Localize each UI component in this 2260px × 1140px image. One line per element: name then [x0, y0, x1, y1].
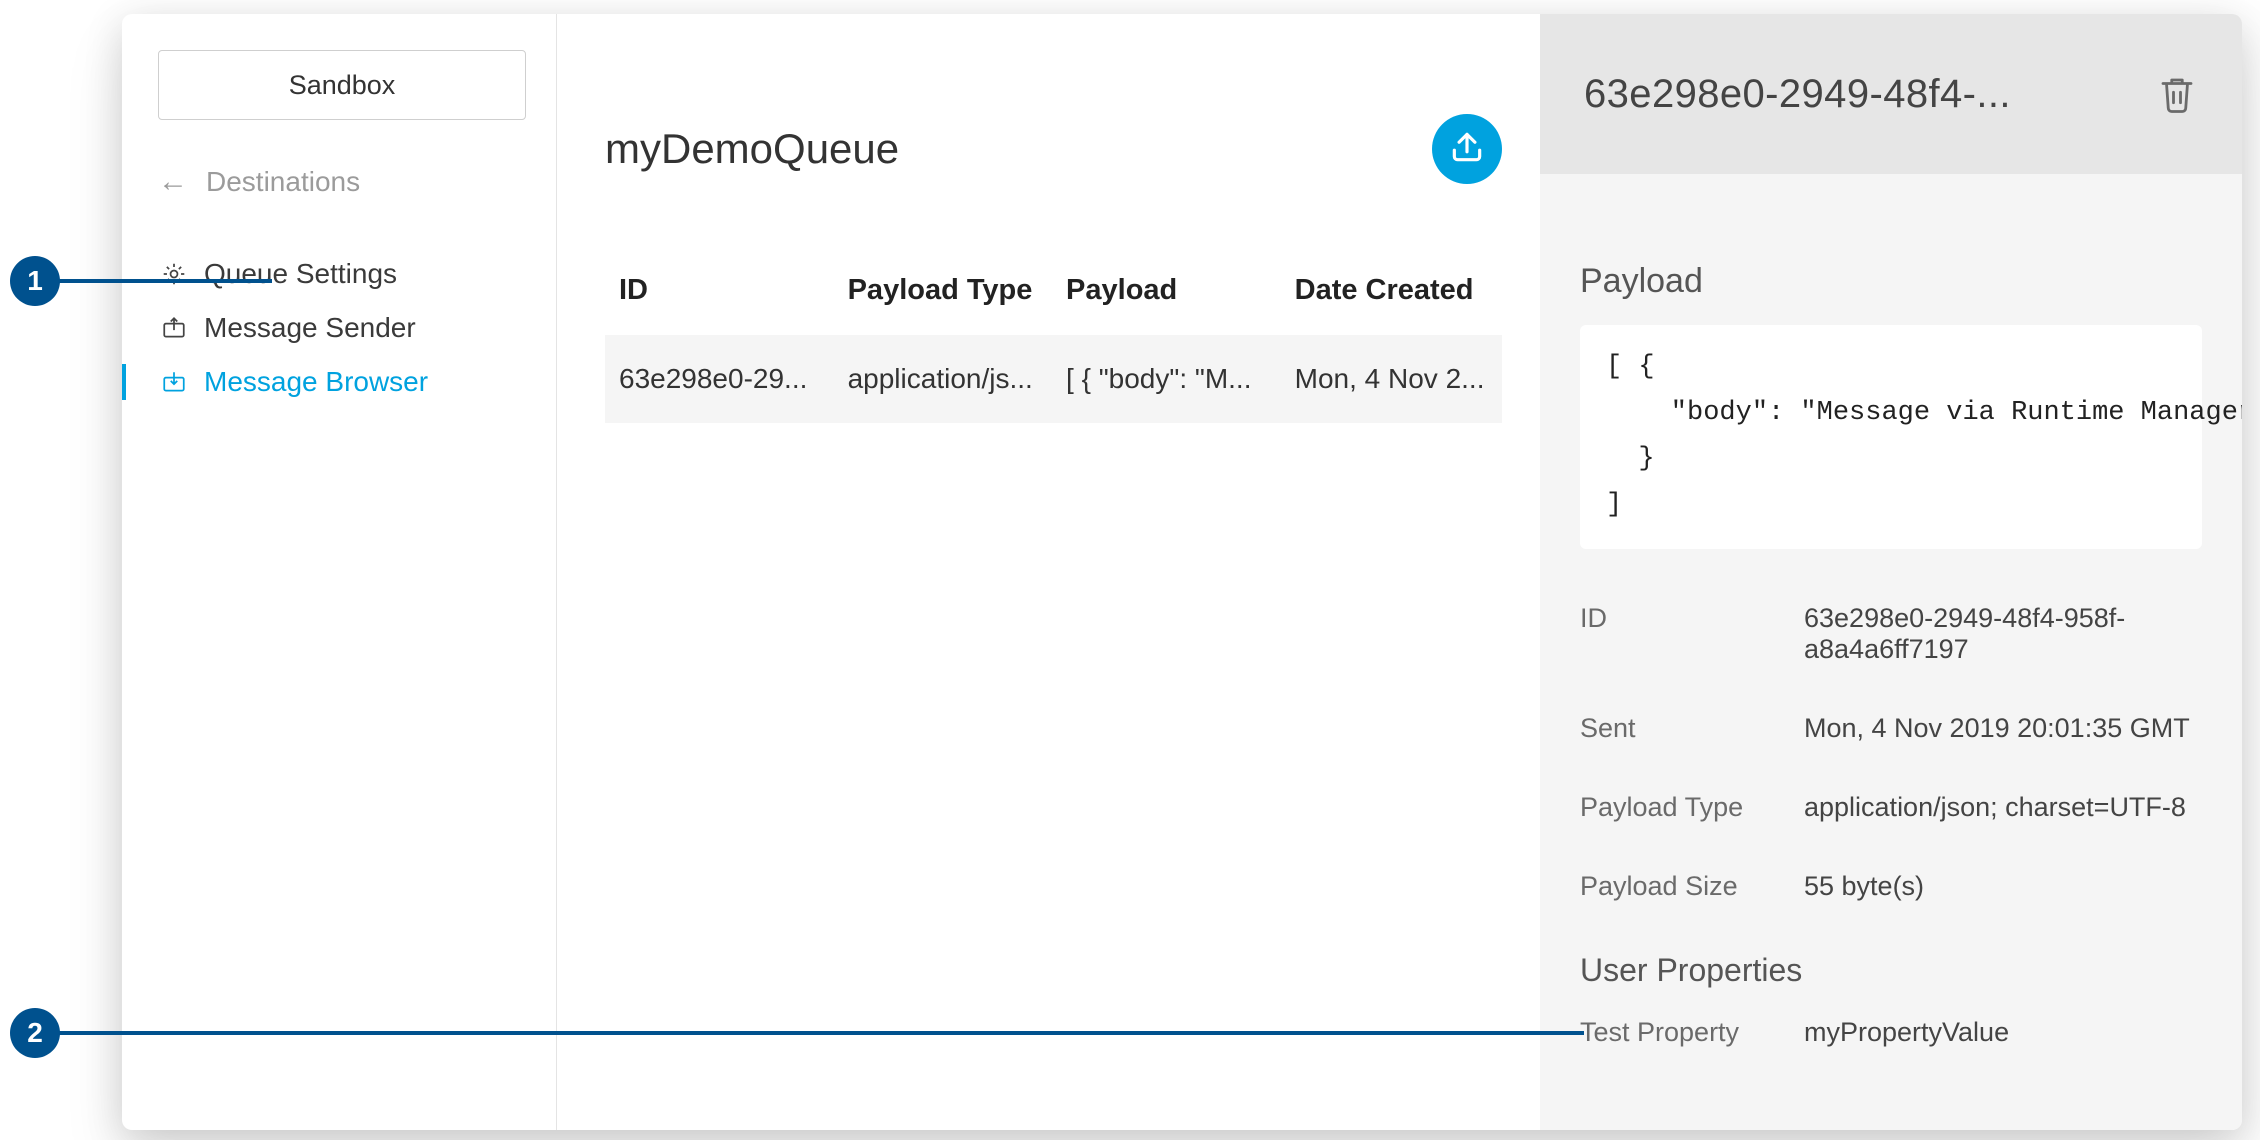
detail-field-id: ID 63e298e0-2949-48f4-958f-a8a4a6ff7197	[1580, 579, 2202, 689]
details-header: 63e298e0-2949-48f4-...	[1540, 14, 2242, 174]
sidebar-item-message-browser[interactable]: Message Browser	[158, 366, 526, 398]
details-body: Payload [ { "body": "Message via Runtime…	[1540, 174, 2242, 1100]
sidebar-item-label: Message Browser	[204, 366, 428, 398]
col-header-payload-type[interactable]: Payload Type	[834, 274, 1052, 335]
payload-section-label: Payload	[1580, 262, 2202, 301]
queue-header: myDemoQueue	[605, 114, 1502, 184]
outbox-icon	[160, 314, 188, 342]
field-value: application/json; charset=UTF-8	[1804, 792, 2202, 823]
col-header-id[interactable]: ID	[605, 274, 834, 335]
detail-field-payload-type: Payload Type application/json; charset=U…	[1580, 768, 2202, 847]
callout-line-2	[58, 1031, 1584, 1035]
sidebar-item-label: Queue Settings	[204, 258, 397, 290]
details-panel: 63e298e0-2949-48f4-... Payload [ { "body…	[1540, 14, 2242, 1130]
field-value: myPropertyValue	[1804, 1017, 2202, 1048]
callout-line-1	[58, 279, 272, 283]
callout-badge-2: 2	[10, 1008, 60, 1058]
callout-number: 1	[27, 265, 43, 297]
field-key: ID	[1580, 603, 1780, 665]
environment-select[interactable]: Sandbox	[158, 50, 526, 120]
detail-field-sent: Sent Mon, 4 Nov 2019 20:01:35 GMT	[1580, 689, 2202, 768]
gear-icon	[160, 260, 188, 288]
send-message-button[interactable]	[1432, 114, 1502, 184]
cell-date-created: Mon, 4 Nov 2...	[1281, 335, 1502, 423]
app-window: Sandbox ← Destinations Queue Settings	[122, 14, 2242, 1130]
table-header-row: ID Payload Type Payload Date Created	[605, 274, 1502, 335]
main-content: myDemoQueue ID Payload Type Payload	[557, 14, 1540, 1130]
field-value: 55 byte(s)	[1804, 871, 2202, 902]
details-title: 63e298e0-2949-48f4-...	[1584, 72, 2011, 117]
cell-id: 63e298e0-29...	[605, 335, 834, 423]
payload-content[interactable]: [ { "body": "Message via Runtime Manager…	[1580, 325, 2202, 549]
col-header-payload[interactable]: Payload	[1052, 274, 1281, 335]
field-key: Payload Type	[1580, 792, 1780, 823]
callout-badge-1: 1	[10, 256, 60, 306]
field-value: 63e298e0-2949-48f4-958f-a8a4a6ff7197	[1804, 603, 2202, 665]
messages-table: ID Payload Type Payload Date Created 63e…	[605, 274, 1502, 423]
field-key: Sent	[1580, 713, 1780, 744]
breadcrumb-back[interactable]: ← Destinations	[158, 166, 526, 198]
sidebar-item-label: Message Sender	[204, 312, 416, 344]
environment-select-label: Sandbox	[289, 70, 396, 101]
breadcrumb-label: Destinations	[206, 166, 360, 198]
queue-title: myDemoQueue	[605, 125, 899, 173]
col-header-date-created[interactable]: Date Created	[1281, 274, 1502, 335]
cell-payload-type: application/js...	[834, 335, 1052, 423]
sidebar: Sandbox ← Destinations Queue Settings	[122, 14, 557, 1130]
inbox-icon	[160, 368, 188, 396]
sidebar-item-message-sender[interactable]: Message Sender	[158, 312, 526, 344]
table-row[interactable]: 63e298e0-29... application/js... [ { "bo…	[605, 335, 1502, 423]
trash-icon	[2156, 102, 2198, 119]
delete-button[interactable]	[2156, 73, 2198, 115]
callout-number: 2	[27, 1017, 43, 1049]
arrow-left-icon: ←	[158, 167, 188, 197]
sidebar-item-queue-settings[interactable]: Queue Settings	[158, 258, 526, 290]
field-value: Mon, 4 Nov 2019 20:01:35 GMT	[1804, 713, 2202, 744]
user-property-row: Test Property myPropertyValue	[1580, 993, 2202, 1072]
field-key: Payload Size	[1580, 871, 1780, 902]
upload-icon	[1448, 128, 1486, 171]
field-key: Test Property	[1580, 1017, 1780, 1048]
user-properties-label: User Properties	[1580, 952, 2202, 989]
detail-field-payload-size: Payload Size 55 byte(s)	[1580, 847, 2202, 926]
cell-payload: [ { "body": "M...	[1052, 335, 1281, 423]
